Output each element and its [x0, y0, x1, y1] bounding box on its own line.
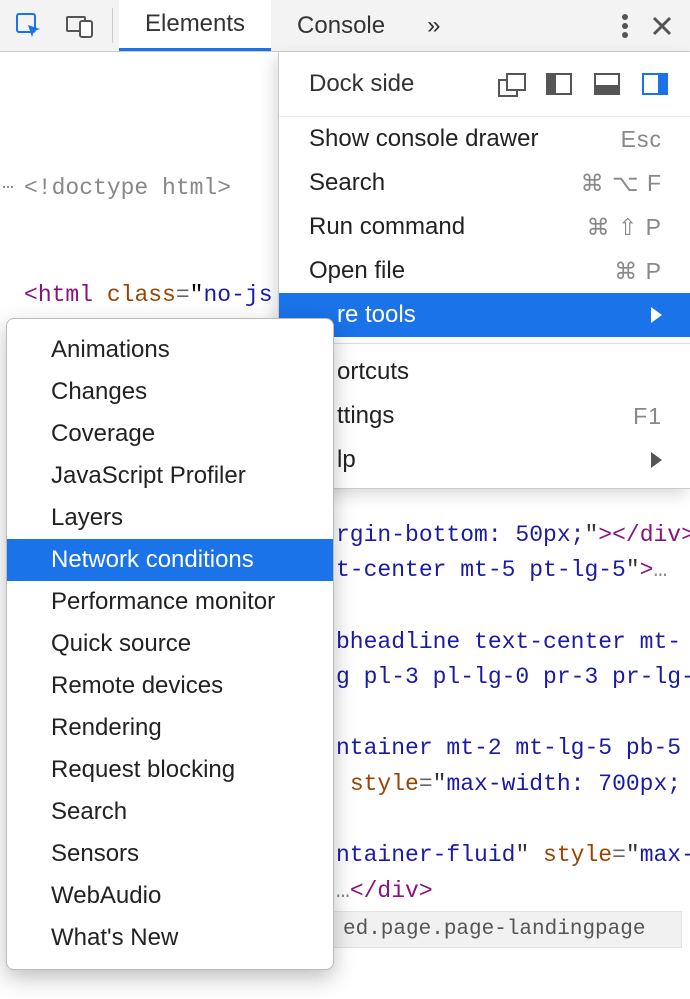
- inspect-element-icon[interactable]: [0, 0, 54, 51]
- submenu-item-search[interactable]: Search: [7, 791, 333, 833]
- submenu-item-rendering[interactable]: Rendering: [7, 707, 333, 749]
- elements-dom-tree-continued[interactable]: rgin-bottom: 50px;"></div> t-center mt-5…: [312, 482, 684, 910]
- shortcut: Esc: [621, 126, 662, 153]
- submenu-item-layers[interactable]: Layers: [7, 497, 333, 539]
- close-icon[interactable]: [640, 0, 690, 51]
- dock-right-icon[interactable]: [642, 73, 668, 95]
- dock-left-icon[interactable]: [546, 73, 572, 95]
- separator: [112, 8, 113, 43]
- submenu-item-what-s-new[interactable]: What's New: [7, 917, 333, 959]
- dock-side-row: Dock side: [279, 52, 690, 117]
- submenu-item-webaudio[interactable]: WebAudio: [7, 875, 333, 917]
- menu-label: Show console drawer: [309, 125, 538, 153]
- shortcut: ⌘ P: [614, 258, 662, 285]
- menu-label: re tools: [337, 301, 416, 329]
- tabs-overflow[interactable]: »: [411, 0, 456, 51]
- menu-help[interactable]: lp: [279, 438, 690, 482]
- submenu-item-sensors[interactable]: Sensors: [7, 833, 333, 875]
- submenu-item-coverage[interactable]: Coverage: [7, 413, 333, 455]
- submenu-item-request-blocking[interactable]: Request blocking: [7, 749, 333, 791]
- submenu-item-quick-source[interactable]: Quick source: [7, 623, 333, 665]
- devtools-tabbar: Elements Console »: [0, 0, 690, 52]
- tab-elements[interactable]: Elements: [119, 0, 271, 51]
- submenu-item-remote-devices[interactable]: Remote devices: [7, 665, 333, 707]
- shortcut: ⌘ ⌥ F: [581, 170, 662, 197]
- menu-label: ttings: [337, 402, 394, 430]
- kebab-menu-icon[interactable]: [610, 0, 640, 51]
- submenu-item-animations[interactable]: Animations: [7, 329, 333, 371]
- shortcut: F1: [633, 403, 662, 430]
- menu-label: Open file: [309, 257, 405, 285]
- shortcut: ⌘ ⇧ P: [587, 214, 662, 241]
- chevron-right-icon: [651, 452, 662, 468]
- menu-run-command[interactable]: Run command ⌘ ⇧ P: [279, 205, 690, 249]
- devtools-main-menu: Dock side Show console drawer Esc Search…: [278, 52, 690, 489]
- menu-show-console-drawer[interactable]: Show console drawer Esc: [279, 117, 690, 161]
- submenu-item-javascript-profiler[interactable]: JavaScript Profiler: [7, 455, 333, 497]
- menu-label: Run command: [309, 213, 465, 241]
- menu-label: ortcuts: [337, 358, 409, 386]
- breadcrumb[interactable]: ed.page.page-landingpage: [332, 911, 682, 948]
- dock-undock-icon[interactable]: [498, 73, 524, 95]
- device-toolbar-icon[interactable]: [54, 0, 106, 51]
- gutter-ellipsis-icon: …: [2, 168, 15, 199]
- separator: [279, 343, 690, 344]
- dock-side-label: Dock side: [309, 70, 478, 98]
- submenu-item-performance-monitor[interactable]: Performance monitor: [7, 581, 333, 623]
- dock-bottom-icon[interactable]: [594, 73, 620, 95]
- submenu-item-changes[interactable]: Changes: [7, 371, 333, 413]
- doctype-line: <!doctype html>: [24, 175, 231, 201]
- chevron-right-icon: [651, 307, 662, 323]
- menu-label: Search: [309, 169, 385, 197]
- menu-more-tools[interactable]: re tools: [279, 293, 690, 337]
- menu-shortcuts[interactable]: ortcuts: [279, 350, 690, 394]
- more-tools-submenu: AnimationsChangesCoverageJavaScript Prof…: [6, 318, 334, 970]
- submenu-item-network-conditions[interactable]: Network conditions: [7, 539, 333, 581]
- menu-open-file[interactable]: Open file ⌘ P: [279, 249, 690, 293]
- tab-console[interactable]: Console: [271, 0, 411, 51]
- menu-search[interactable]: Search ⌘ ⌥ F: [279, 161, 690, 205]
- menu-label: lp: [337, 446, 356, 474]
- menu-settings[interactable]: ttings F1: [279, 394, 690, 438]
